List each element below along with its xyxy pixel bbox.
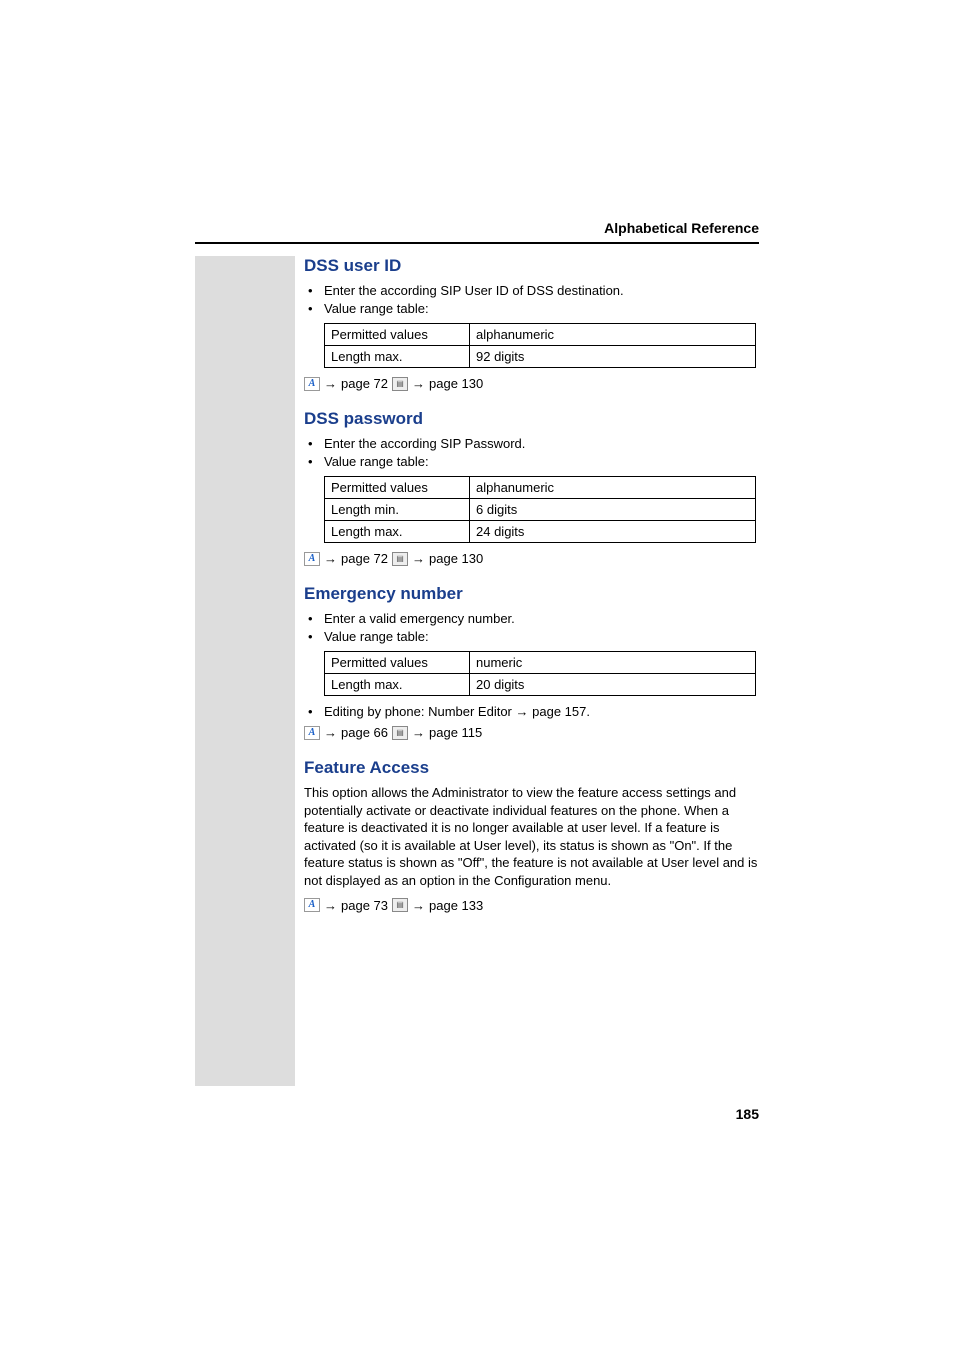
table-cell-value: 6 digits (470, 499, 756, 521)
value-range-table: Permitted values numeric Length max. 20 … (324, 651, 756, 696)
table-cell-label: Permitted values (325, 477, 470, 499)
page-link[interactable]: page 115 (429, 725, 482, 740)
table-row: Length max. 92 digits (325, 346, 756, 368)
table-cell-label: Length max. (325, 521, 470, 543)
sheet-icon: ▤ (392, 552, 408, 566)
arrow-icon: → (516, 704, 529, 719)
table-row: Permitted values alphanumeric (325, 324, 756, 346)
page-link[interactable]: page 130 (429, 376, 483, 391)
arrow-icon: → (412, 376, 425, 391)
page-header: Alphabetical Reference (0, 220, 954, 236)
table-cell-value: 92 digits (470, 346, 756, 368)
sheet-icon: ▤ (392, 898, 408, 912)
heading-dss-user-id: DSS user ID (304, 256, 759, 276)
page-link[interactable]: page 133 (429, 898, 483, 913)
table-row: Permitted values numeric (325, 652, 756, 674)
table-cell-label: Length max. (325, 346, 470, 368)
arrow-icon: → (324, 551, 337, 566)
arrow-icon: → (324, 898, 337, 913)
header-rule (195, 242, 759, 244)
sidebar-placeholder (195, 256, 295, 1086)
table-cell-value: numeric (470, 652, 756, 674)
table-cell-label: Permitted values (325, 324, 470, 346)
bullet-text: Enter the according SIP User ID of DSS d… (304, 282, 759, 300)
arrow-icon: → (412, 898, 425, 913)
table-cell-label: Length min. (325, 499, 470, 521)
bullet-text: Enter the according SIP Password. (304, 435, 759, 453)
value-range-table: Permitted values alphanumeric Length max… (324, 323, 756, 368)
admin-icon: A (304, 377, 320, 391)
table-row: Length max. 20 digits (325, 674, 756, 696)
arrow-icon: → (412, 551, 425, 566)
arrow-icon: → (412, 725, 425, 740)
table-row: Length min. 6 digits (325, 499, 756, 521)
table-cell-label: Length max. (325, 674, 470, 696)
reference-line: A → page 72 ▤ → page 130 (304, 376, 759, 391)
editor-note-prefix: Editing by phone: Number Editor (324, 704, 516, 719)
value-range-table: Permitted values alphanumeric Length min… (324, 476, 756, 543)
editor-note: Editing by phone: Number Editor → page 1… (304, 704, 759, 719)
page-link[interactable]: page 72 (341, 551, 388, 566)
table-row: Length max. 24 digits (325, 521, 756, 543)
sheet-icon: ▤ (392, 726, 408, 740)
page-link[interactable]: page 72 (341, 376, 388, 391)
page-link[interactable]: page 157 (532, 704, 586, 719)
table-cell-value: 20 digits (470, 674, 756, 696)
bullet-text: Value range table: (304, 300, 759, 318)
page-link[interactable]: page 73 (341, 898, 388, 913)
admin-icon: A (304, 898, 320, 912)
bullet-text: Value range table: (304, 453, 759, 471)
paragraph-text: This option allows the Administrator to … (304, 784, 759, 889)
arrow-icon: → (324, 376, 337, 391)
heading-feature-access: Feature Access (304, 758, 759, 778)
editor-note-suffix: . (586, 704, 590, 719)
page-link[interactable]: page 130 (429, 551, 483, 566)
bullet-text: Value range table: (304, 628, 759, 646)
reference-line: A → page 72 ▤ → page 130 (304, 551, 759, 566)
arrow-icon: → (324, 725, 337, 740)
table-cell-label: Permitted values (325, 652, 470, 674)
table-cell-value: alphanumeric (470, 477, 756, 499)
bullet-text: Enter a valid emergency number. (304, 610, 759, 628)
reference-line: A → page 73 ▤ → page 133 (304, 898, 759, 913)
admin-icon: A (304, 552, 320, 566)
reference-line: A → page 66 ▤ → page 115 (304, 725, 759, 740)
table-row: Permitted values alphanumeric (325, 477, 756, 499)
admin-icon: A (304, 726, 320, 740)
sheet-icon: ▤ (392, 377, 408, 391)
table-cell-value: alphanumeric (470, 324, 756, 346)
heading-emergency-number: Emergency number (304, 584, 759, 604)
content-area: DSS user ID Enter the according SIP User… (304, 256, 759, 923)
page-number: 185 (736, 1106, 759, 1122)
page-link[interactable]: page 66 (341, 725, 388, 740)
heading-dss-password: DSS password (304, 409, 759, 429)
table-cell-value: 24 digits (470, 521, 756, 543)
